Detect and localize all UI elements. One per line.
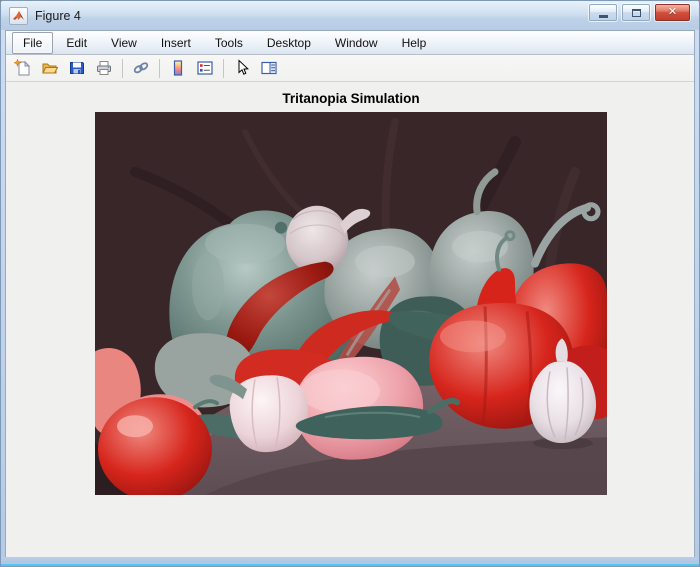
menu-desktop[interactable]: Desktop (256, 32, 322, 54)
menu-insert[interactable]: Insert (150, 32, 202, 54)
show-plot-tools-button[interactable] (257, 57, 281, 80)
maximize-icon (631, 8, 641, 17)
print-figure-button[interactable] (92, 57, 116, 80)
save-figure-button[interactable] (65, 57, 89, 80)
menu-tools[interactable]: Tools (204, 32, 254, 54)
toolbar-separator (223, 58, 224, 78)
minimize-button[interactable] (589, 4, 617, 21)
cursor-arrow-icon (238, 59, 249, 75)
window-controls: ✕ (589, 4, 690, 21)
maximize-button[interactable] (622, 4, 650, 21)
menu-view[interactable]: View (100, 32, 148, 54)
figure-toolbar (6, 55, 694, 82)
open-file-button[interactable] (38, 57, 62, 80)
insert-legend-button[interactable] (193, 57, 217, 80)
figure-window: Figure 4 ✕ File Edit View Insert Tools D… (0, 0, 700, 567)
window-frame-bottom (1, 557, 699, 566)
colorbar-icon (173, 60, 183, 76)
matlab-membrane-glyph (13, 10, 24, 20)
frame-accent-line (1, 564, 699, 566)
save-floppy-icon (70, 62, 84, 74)
close-icon: ✕ (667, 6, 678, 18)
menu-edit[interactable]: Edit (55, 32, 98, 54)
close-button[interactable]: ✕ (655, 4, 690, 21)
figure-canvas: Tritanopia Simulation (6, 82, 694, 560)
new-document-icon (14, 59, 31, 76)
titlebar[interactable]: Figure 4 ✕ (1, 1, 699, 30)
menu-help[interactable]: Help (391, 32, 438, 54)
minimize-icon (598, 15, 608, 18)
insert-colorbar-button[interactable] (166, 57, 190, 80)
legend-icon (197, 61, 213, 75)
matlab-logo-icon[interactable] (9, 6, 28, 25)
client-area: File Edit View Insert Tools Desktop Wind… (5, 30, 695, 560)
peppers-tritanopia-image (95, 112, 607, 495)
link-chain-icon (133, 62, 149, 74)
menu-bar: File Edit View Insert Tools Desktop Wind… (6, 31, 694, 55)
window-title: Figure 4 (35, 8, 81, 23)
toolbar-separator (159, 58, 160, 78)
printer-icon (97, 61, 111, 75)
menu-window[interactable]: Window (324, 32, 389, 54)
open-folder-icon (42, 63, 59, 74)
new-figure-button[interactable] (11, 57, 35, 80)
link-plot-button[interactable] (129, 57, 153, 80)
plot-tools-panel-icon (261, 61, 277, 75)
edit-plot-button[interactable] (230, 57, 254, 80)
figure-title: Tritanopia Simulation (282, 91, 420, 106)
toolbar-separator (122, 58, 123, 78)
menu-file[interactable]: File (12, 31, 54, 54)
